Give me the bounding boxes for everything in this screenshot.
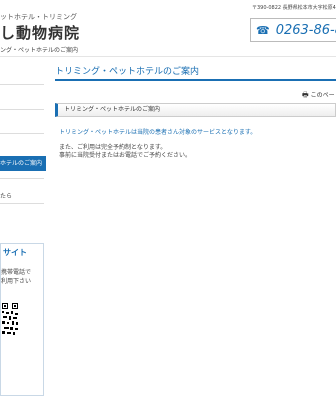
- print-label: このペー: [310, 92, 335, 99]
- mobile-site-box: サイト 携帯電話で 利用下さい: [0, 243, 44, 396]
- qr-code-icon: [1, 302, 19, 336]
- sidebar: ホテルのご案内 たら サイト 携帯電話で 利用下さい: [0, 60, 46, 396]
- sidebar-item-text[interactable]: たら: [0, 191, 12, 200]
- page-title: トリミング・ペットホテルのご案内: [55, 63, 336, 81]
- header-divider: [0, 56, 336, 57]
- phone-icon: ☎: [256, 23, 270, 37]
- clinic-address: 〒390-0822 長野県松本市大字松原4: [252, 5, 336, 11]
- section-heading: トリミング・ペットホテルのご案内: [55, 103, 336, 117]
- sidebar-divider: [0, 109, 44, 110]
- sidebar-divider: [0, 84, 44, 85]
- sidebar-divider: [0, 178, 44, 179]
- phone-box[interactable]: ☎ 0263-86-8: [250, 18, 336, 42]
- site-title[interactable]: し動物病院: [0, 22, 80, 43]
- printer-icon: 🖶: [302, 91, 309, 99]
- intro-text: トリミング・ペットホテルは当院の患者さん対象のサービスとなります。: [59, 129, 257, 136]
- mobile-site-text: 携帯電話で 利用下さい: [1, 269, 32, 285]
- site-tagline: ットホテル・トリミング: [0, 13, 77, 21]
- body-line-contact: 事前に当院受付またはお電話でご予約ください。: [59, 152, 192, 159]
- mobile-site-heading: サイト: [3, 248, 27, 257]
- sidebar-divider: [0, 133, 44, 134]
- breadcrumb[interactable]: ング・ペットホテルのご案内: [0, 45, 78, 54]
- print-page-link[interactable]: 🖶 このペー: [302, 90, 335, 102]
- phone-number: 0263-86-8: [275, 22, 336, 38]
- sidebar-item-hotel[interactable]: ホテルのご案内: [0, 156, 46, 171]
- sidebar-divider: [0, 203, 44, 204]
